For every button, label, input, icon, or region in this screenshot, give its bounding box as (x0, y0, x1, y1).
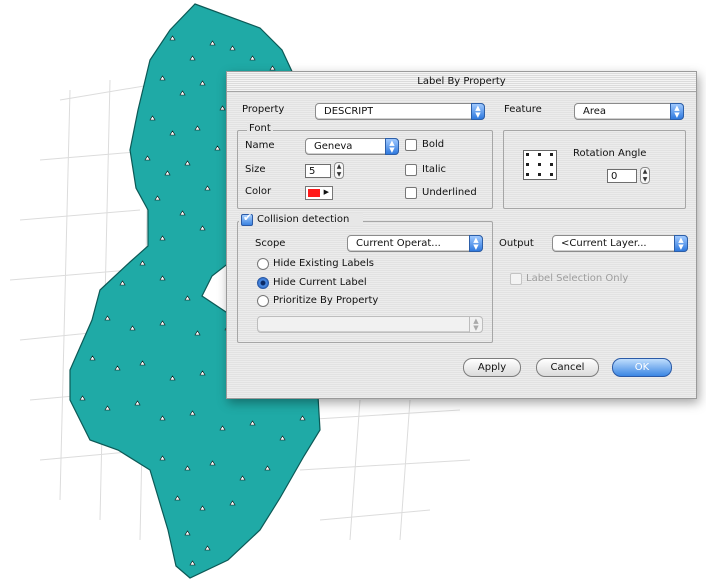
anchor-dot (526, 173, 529, 176)
popup-arrows-icon: ▲ ▼ (385, 138, 399, 155)
anchor-dot (550, 163, 553, 166)
label-selection-only-checkbox[interactable] (510, 273, 522, 285)
dialog-title: Label By Property (227, 72, 696, 92)
scope-value: Current Operat... (356, 238, 441, 249)
disclosure-triangle-icon: ▶ (323, 188, 329, 196)
feature-value: Area (583, 106, 607, 117)
property-value: DESCRIPT (324, 106, 374, 117)
feature-label: Feature (504, 104, 542, 115)
anchor-dot (526, 163, 529, 166)
down-arrow-icon: ▼ (642, 176, 648, 183)
popup-arrows-icon: ▲ ▼ (670, 103, 684, 120)
underlined-label: Underlined (422, 187, 477, 198)
prioritize-by-property-label: Prioritize By Property (273, 295, 379, 306)
italic-label: Italic (422, 164, 447, 175)
font-group-title: Font (247, 123, 273, 134)
property-label: Property (242, 104, 285, 115)
anchor-dot (538, 153, 541, 156)
hide-current-label-radio[interactable] (257, 277, 269, 289)
rotation-angle-stepper[interactable]: ▲ ▼ (640, 167, 650, 184)
font-size-label: Size (245, 164, 266, 175)
font-name-label: Name (245, 140, 275, 151)
collision-detection-checkbox[interactable]: ✔ (241, 211, 253, 226)
anchor-dot (526, 153, 529, 156)
rotation-angle-label: Rotation Angle (573, 148, 647, 159)
checkmark-icon: ✔ (243, 211, 253, 224)
anchor-dot (550, 153, 553, 156)
priority-property-popup[interactable]: ▲ ▼ (257, 316, 483, 333)
color-swatch (308, 189, 320, 197)
hide-current-label-label: Hide Current Label (273, 277, 367, 288)
popup-arrows-icon: ▲ ▼ (469, 316, 483, 333)
feature-popup[interactable]: Area ▲ ▼ (574, 103, 684, 120)
popup-arrows-icon: ▲ ▼ (674, 235, 688, 252)
anchor-dot (550, 173, 553, 176)
apply-button[interactable]: Apply (463, 358, 521, 377)
rotation-angle-field[interactable]: 0 (607, 169, 637, 183)
font-name-popup[interactable]: Geneva ▲ ▼ (305, 138, 399, 155)
font-size-field[interactable]: 5 (305, 164, 331, 178)
underlined-checkbox[interactable] (405, 187, 417, 199)
anchor-dot (538, 163, 541, 166)
popup-arrows-icon: ▲ ▼ (471, 103, 485, 120)
popup-arrows-icon: ▲ ▼ (469, 235, 483, 252)
output-popup[interactable]: <Current Layer... ▲ ▼ (552, 235, 688, 252)
scope-popup[interactable]: Current Operat... ▲ ▼ (347, 235, 483, 252)
hide-existing-labels-radio[interactable] (257, 258, 269, 270)
ok-button[interactable]: OK (612, 358, 672, 377)
bold-checkbox[interactable] (405, 139, 417, 151)
property-popup[interactable]: DESCRIPT ▲ ▼ (315, 103, 485, 120)
label-by-property-dialog: Label By Property Property DESCRIPT ▲ ▼ F… (226, 71, 697, 399)
output-label: Output (499, 238, 534, 249)
anchor-position-grid[interactable] (523, 150, 557, 180)
up-arrow-icon: ▲ (336, 163, 342, 170)
bold-label: Bold (422, 139, 445, 150)
italic-checkbox[interactable] (405, 164, 417, 176)
up-arrow-icon: ▲ (642, 168, 648, 175)
prioritize-by-property-radio[interactable] (257, 295, 269, 307)
hide-existing-labels-label: Hide Existing Labels (273, 258, 374, 269)
label-selection-only-label: Label Selection Only (526, 273, 629, 284)
anchor-dot (538, 173, 541, 176)
font-name-value: Geneva (314, 141, 353, 152)
font-color-well[interactable]: ▶ (305, 186, 333, 200)
scope-label: Scope (255, 238, 286, 249)
font-size-stepper[interactable]: ▲ ▼ (334, 162, 344, 179)
output-value: <Current Layer... (561, 238, 647, 249)
collision-detection-label: Collision detection (257, 214, 350, 225)
cancel-button[interactable]: Cancel (536, 358, 599, 377)
font-color-label: Color (245, 186, 272, 197)
down-arrow-icon: ▼ (336, 171, 342, 178)
